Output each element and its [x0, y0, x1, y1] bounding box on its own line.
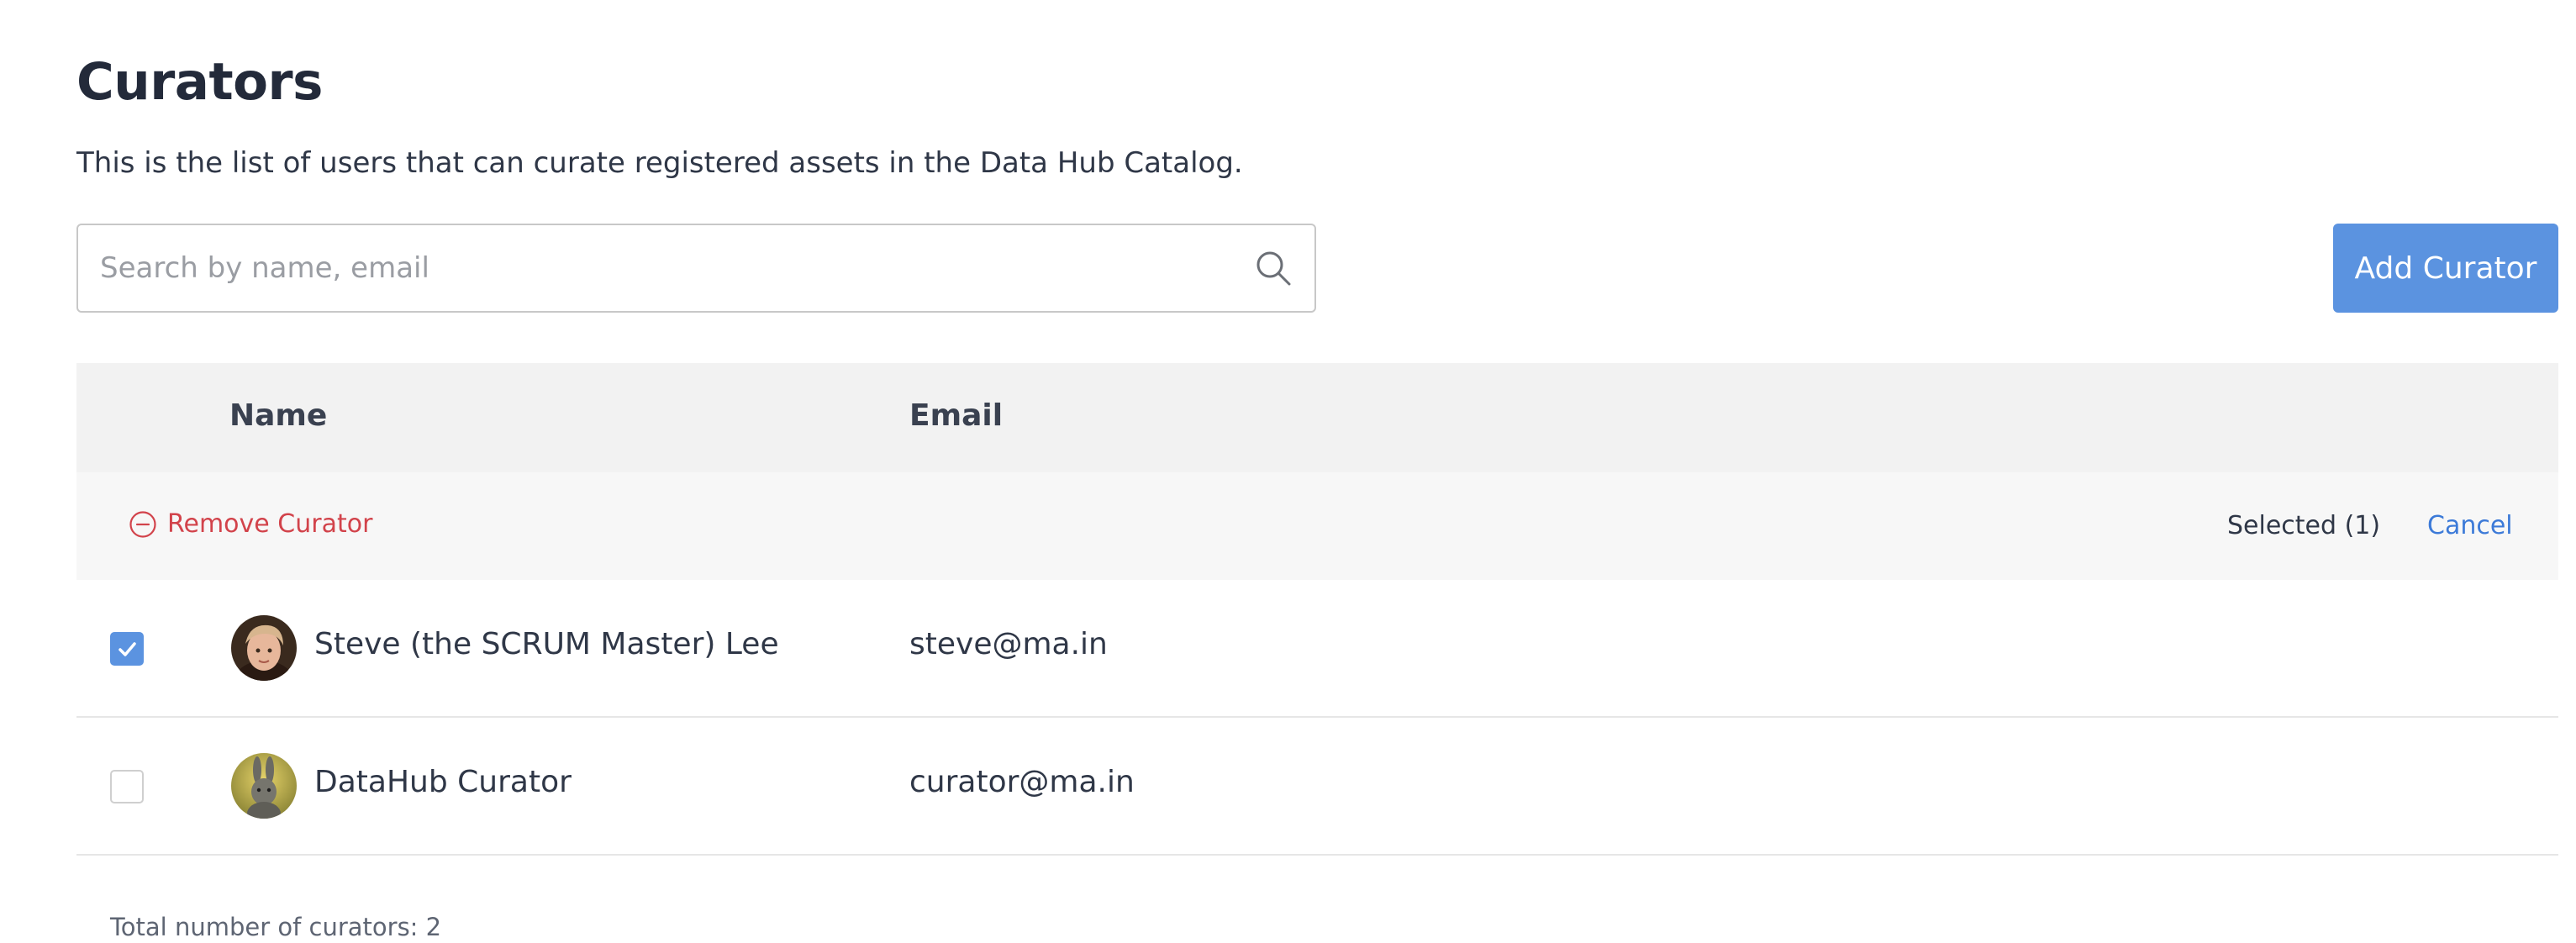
minus-circle-icon — [129, 510, 156, 538]
check-icon — [119, 642, 136, 656]
search-input[interactable] — [100, 225, 1226, 311]
page-description: This is the list of users that can curat… — [76, 146, 1243, 180]
column-header-name[interactable]: Name — [229, 398, 327, 433]
table-row[interactable]: DataHub Curator curator@ma.in — [76, 718, 2558, 856]
curator-name: Steve (the SCRUM Master) Lee — [314, 627, 779, 661]
column-header-email[interactable]: Email — [909, 398, 1003, 433]
search-box[interactable] — [76, 224, 1316, 313]
selected-count: Selected (1) — [2227, 511, 2381, 540]
remove-curator-button[interactable]: Remove Curator — [129, 509, 372, 539]
curator-name: DataHub Curator — [314, 765, 572, 799]
table-row[interactable]: Steve (the SCRUM Master) Lee steve@ma.in — [76, 580, 2558, 718]
row-checkbox[interactable] — [110, 632, 144, 666]
add-curator-button[interactable]: Add Curator — [2333, 224, 2558, 313]
avatar — [231, 753, 297, 819]
page-title: Curators — [76, 52, 323, 112]
remove-curator-label: Remove Curator — [167, 509, 373, 539]
search-icon[interactable] — [1254, 249, 1293, 287]
selection-action-bar: Remove Curator Selected (1) Cancel — [76, 472, 2558, 580]
total-curators-count: Total number of curators: 2 — [110, 913, 442, 941]
curator-email: curator@ma.in — [909, 765, 1135, 799]
avatar — [231, 615, 297, 681]
table-header: Name Email — [76, 363, 2558, 472]
curator-email: steve@ma.in — [909, 627, 1108, 661]
row-checkbox[interactable] — [110, 770, 144, 803]
cancel-selection-link[interactable]: Cancel — [2427, 511, 2513, 540]
